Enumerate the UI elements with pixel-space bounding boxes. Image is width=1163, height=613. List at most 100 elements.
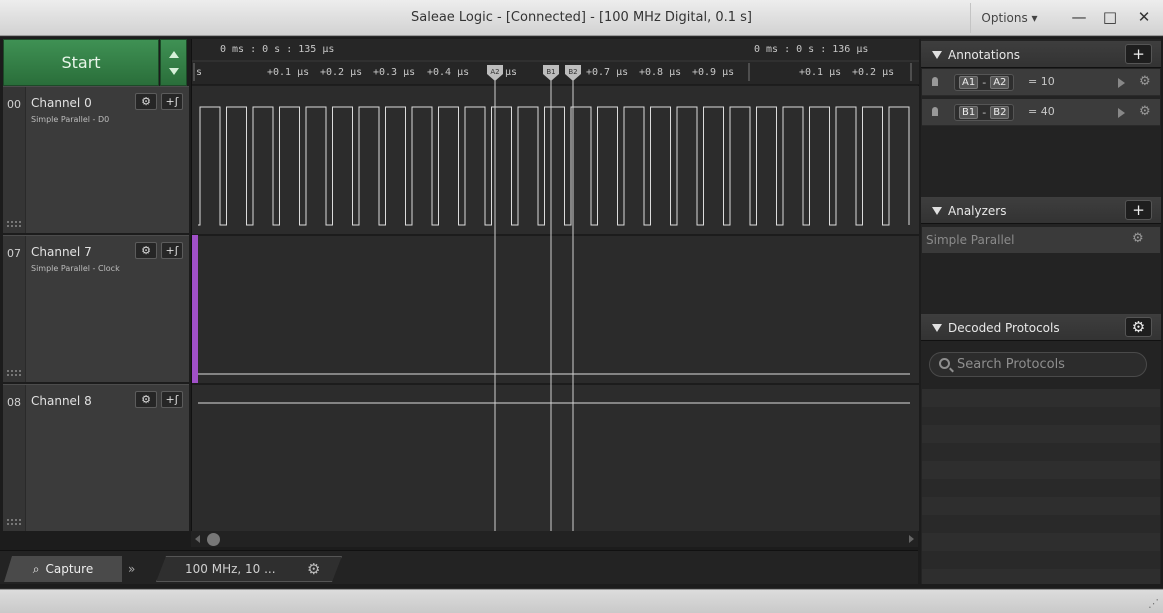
channel-7-lane (192, 235, 919, 383)
annotations-title: Annotations (948, 48, 1021, 62)
gear-icon[interactable]: ⚙ (135, 242, 157, 259)
marker-tag[interactable]: B2 (990, 106, 1010, 119)
collapse-triangle-icon[interactable] (932, 51, 942, 59)
capture-icon: ⌕ (32, 561, 40, 576)
scroll-right-icon[interactable] (909, 535, 914, 543)
minimize-button[interactable]: — (1064, 3, 1094, 31)
analyzer-name: Simple Parallel (926, 233, 1015, 247)
tab-capture[interactable]: ⌕ Capture (4, 556, 122, 582)
resize-grip-icon[interactable]: ⋰ (1148, 597, 1159, 610)
channel-row-8[interactable]: 08 Channel 8 ⚙ +ʃ (3, 384, 189, 532)
bottom-tab-bar: ⌕ Capture » 100 MHz, 10 ... ⚙ (0, 550, 918, 584)
ruler-tick-label: +0.1 μs (799, 67, 841, 78)
scroll-left-icon[interactable] (195, 535, 200, 543)
ruler-tick-label: μs (505, 67, 517, 78)
start-button[interactable]: Start (3, 39, 159, 86)
horizontal-scrollbar[interactable] (191, 531, 918, 547)
search-input[interactable]: Search Protocols (929, 352, 1147, 377)
collapse-triangle-icon[interactable] (932, 207, 942, 215)
channel-name[interactable]: Channel 7 (31, 245, 92, 259)
arrow-up-icon[interactable] (169, 51, 179, 58)
add-trigger-button[interactable]: +ʃ (161, 93, 183, 110)
analyzer-item[interactable]: Simple Parallel ⚙ (922, 227, 1160, 253)
gear-icon[interactable]: ⚙ (1139, 104, 1151, 119)
measurement-selector[interactable]: B1 - B2 (954, 104, 1015, 121)
gear-icon[interactable]: ⚙ (135, 391, 157, 408)
add-trigger-button[interactable]: +ʃ (161, 391, 183, 408)
main-area: Start 00 Channel 0 Simple Parallel - D0 … (0, 37, 1163, 588)
decoded-protocols-title: Decoded Protocols (948, 321, 1060, 335)
channel-name[interactable]: Channel 8 (31, 394, 92, 408)
close-button[interactable]: ✕ (1129, 3, 1159, 31)
measurement-value: = 10 (1028, 75, 1055, 88)
search-placeholder: Search Protocols (957, 357, 1065, 372)
chevron-right-icon[interactable]: » (128, 562, 135, 576)
ruler-tick-label: s (196, 67, 202, 78)
gear-icon[interactable]: ⚙ (1132, 231, 1144, 246)
drag-handle-icon[interactable] (7, 221, 21, 227)
ruler-tick-label: +0.8 μs (639, 67, 681, 78)
ruler-tick-label: +0.3 μs (373, 67, 415, 78)
collapse-triangle-icon[interactable] (932, 324, 942, 332)
channel-name[interactable]: Channel 0 (31, 96, 92, 110)
measurement-selector[interactable]: A1 - A2 (954, 74, 1015, 91)
play-icon[interactable] (1118, 78, 1125, 88)
ruler-tick-label: +0.4 μs (427, 67, 469, 78)
analyzers-title: Analyzers (948, 204, 1007, 218)
svg-text:B1: B1 (546, 68, 555, 76)
arrow-down-icon[interactable] (169, 68, 179, 75)
ruler-time-label: 0 ms : 0 s : 136 μs (754, 44, 868, 55)
channel-row-7[interactable]: 07 Channel 7 Simple Parallel - Clock ⚙ +… (3, 235, 189, 383)
marker-tag[interactable]: A2 (990, 76, 1010, 89)
right-panel: Annotations + A1 - A2 = 10 ⚙ B1 - B2 = 4… (921, 39, 1161, 584)
gear-icon[interactable]: ⚙ (1125, 317, 1152, 337)
drag-handle-icon[interactable] (7, 519, 21, 525)
annotation-row[interactable]: A1 - A2 = 10 ⚙ (922, 69, 1160, 96)
gear-icon[interactable]: ⚙ (307, 560, 320, 578)
start-options-spinner[interactable] (160, 39, 187, 86)
add-trigger-button[interactable]: +ʃ (161, 242, 183, 259)
marker-tag[interactable]: B1 (959, 106, 979, 119)
capture-tab-label: Capture (45, 562, 94, 576)
svg-text:B2: B2 (568, 68, 577, 76)
marker-tag[interactable]: A1 (959, 76, 979, 89)
status-bar: ⋰ (0, 589, 1163, 613)
drag-handle-icon[interactable] (7, 370, 21, 376)
pin-icon[interactable] (932, 107, 938, 116)
clock-channel-indicator (192, 235, 198, 383)
maximize-button[interactable]: □ (1095, 3, 1125, 31)
channel-analyzer-label: Simple Parallel - Clock (31, 264, 120, 273)
decoded-protocols-header[interactable]: Decoded Protocols ⚙ (921, 314, 1161, 341)
ruler-tick-label: +0.2 μs (320, 67, 362, 78)
waveform-canvas[interactable]: 0 ms : 0 s : 135 μs 0 ms : 0 s : 136 μs … (192, 39, 919, 531)
channel-number: 08 (7, 396, 21, 409)
pin-icon[interactable] (932, 77, 938, 86)
channel-number: 07 (7, 247, 21, 260)
ruler-tick-label: +0.9 μs (692, 67, 734, 78)
options-menu-button[interactable]: Options ▾ (970, 3, 1048, 33)
ruler-tick-label: +0.2 μs (852, 67, 894, 78)
channel-analyzer-label: Simple Parallel - D0 (31, 115, 110, 124)
channel-row-0[interactable]: 00 Channel 0 Simple Parallel - D0 ⚙ +ʃ (3, 86, 189, 234)
search-icon (939, 358, 950, 369)
add-annotation-button[interactable]: + (1125, 44, 1152, 64)
annotation-row[interactable]: B1 - B2 = 40 ⚙ (922, 99, 1160, 126)
play-icon[interactable] (1118, 108, 1125, 118)
sample-rate-label: 100 MHz, 10 ... (185, 562, 276, 576)
tab-sample-rate[interactable]: 100 MHz, 10 ... ⚙ (156, 556, 342, 582)
measurement-value: = 40 (1028, 105, 1055, 118)
ruler-tick-label: +0.1 μs (267, 67, 309, 78)
waveform-view[interactable]: 0 ms : 0 s : 135 μs 0 ms : 0 s : 136 μs … (191, 39, 919, 531)
annotations-header[interactable]: Annotations + (921, 41, 1161, 68)
gear-icon[interactable]: ⚙ (135, 93, 157, 110)
svg-text:A2: A2 (490, 68, 499, 76)
gear-icon[interactable]: ⚙ (1139, 74, 1151, 89)
add-analyzer-button[interactable]: + (1125, 200, 1152, 220)
title-bar: Saleae Logic - [Connected] - [100 MHz Di… (0, 0, 1163, 36)
ruler-tick-label: +0.7 μs (586, 67, 628, 78)
analyzers-header[interactable]: Analyzers + (921, 197, 1161, 224)
scroll-thumb[interactable] (207, 533, 220, 546)
decoded-results-list[interactable] (922, 389, 1160, 584)
channel-8-lane (192, 384, 919, 531)
ruler-time-label: 0 ms : 0 s : 135 μs (220, 44, 334, 55)
